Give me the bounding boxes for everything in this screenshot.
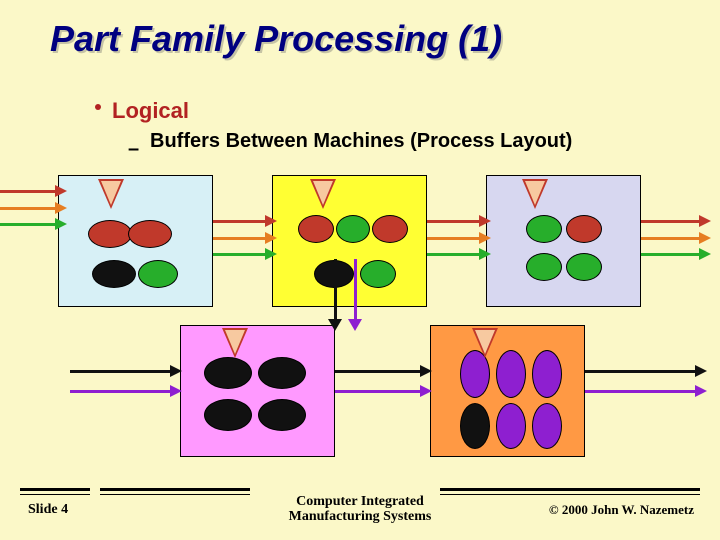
arrow-head-icon bbox=[348, 319, 362, 331]
part-ellipse bbox=[526, 253, 562, 281]
arrow-head-icon bbox=[479, 232, 491, 244]
flow-arrow bbox=[0, 223, 55, 226]
part-ellipse bbox=[532, 350, 562, 398]
divider-icon bbox=[100, 488, 250, 491]
part-ellipse bbox=[360, 260, 396, 288]
flow-arrow bbox=[585, 390, 695, 393]
part-ellipse bbox=[298, 215, 334, 243]
part-ellipse bbox=[566, 253, 602, 281]
divider-icon bbox=[440, 488, 700, 491]
part-ellipse bbox=[532, 403, 562, 449]
bullet-level-1: Logical bbox=[112, 98, 189, 124]
dash-icon: – bbox=[128, 138, 139, 161]
flow-arrow bbox=[641, 253, 699, 256]
arrow-head-icon bbox=[55, 202, 67, 214]
flow-arrow bbox=[213, 237, 265, 240]
arrow-head-icon bbox=[265, 232, 277, 244]
divider-icon bbox=[440, 494, 700, 495]
copyright: © 2000 John W. Nazemetz bbox=[549, 502, 694, 518]
divider-icon bbox=[100, 494, 250, 495]
slide-number: Slide 4 bbox=[28, 502, 68, 518]
arrow-head-icon bbox=[55, 218, 67, 230]
part-ellipse bbox=[258, 357, 306, 389]
footer-center: Computer Integrated Manufacturing System… bbox=[289, 494, 432, 525]
arrow-head-icon bbox=[420, 385, 432, 397]
flow-arrow bbox=[427, 253, 479, 256]
arrow-head-icon bbox=[170, 385, 182, 397]
arrow-head-icon bbox=[479, 248, 491, 260]
buffer-triangle-icon bbox=[310, 179, 336, 209]
slide-title: Part Family Processing (1) bbox=[50, 18, 502, 60]
flow-arrow bbox=[213, 220, 265, 223]
part-ellipse bbox=[128, 220, 172, 248]
machine-box-4 bbox=[180, 325, 335, 457]
part-ellipse bbox=[92, 260, 136, 288]
buffer-triangle-icon bbox=[522, 179, 548, 209]
flow-arrow bbox=[213, 253, 265, 256]
part-ellipse bbox=[460, 403, 490, 449]
arrow-head-icon bbox=[695, 385, 707, 397]
arrow-head-icon bbox=[699, 248, 711, 260]
arrow-head-icon bbox=[479, 215, 491, 227]
part-ellipse bbox=[336, 215, 370, 243]
footer-center-line1: Computer Integrated bbox=[289, 494, 432, 509]
part-ellipse bbox=[496, 350, 526, 398]
part-ellipse bbox=[258, 399, 306, 431]
arrow-head-icon bbox=[699, 215, 711, 227]
part-ellipse bbox=[566, 215, 602, 243]
flow-arrow bbox=[335, 370, 420, 373]
flow-arrow bbox=[335, 390, 420, 393]
divider-icon bbox=[20, 488, 90, 491]
buffer-triangle-icon bbox=[98, 179, 124, 209]
footer: Slide 4 Computer Integrated Manufacturin… bbox=[20, 488, 700, 530]
flow-arrow bbox=[585, 370, 695, 373]
arrow-head-icon bbox=[328, 319, 342, 331]
flow-arrow bbox=[70, 390, 170, 393]
arrow-head-icon bbox=[265, 248, 277, 260]
flow-arrow bbox=[354, 259, 357, 319]
footer-center-line2: Manufacturing Systems bbox=[289, 509, 432, 524]
part-ellipse bbox=[372, 215, 408, 243]
buffer-triangle-icon bbox=[222, 328, 248, 358]
arrow-head-icon bbox=[265, 215, 277, 227]
arrow-head-icon bbox=[695, 365, 707, 377]
arrow-head-icon bbox=[420, 365, 432, 377]
bullet-level-2: Buffers Between Machines (Process Layout… bbox=[150, 130, 572, 153]
divider-icon bbox=[20, 494, 90, 495]
diagram-stage bbox=[0, 165, 720, 485]
arrow-head-icon bbox=[170, 365, 182, 377]
part-ellipse bbox=[526, 215, 562, 243]
flow-arrow bbox=[427, 237, 479, 240]
part-ellipse bbox=[88, 220, 132, 248]
flow-arrow bbox=[0, 207, 55, 210]
flow-arrow bbox=[334, 259, 337, 319]
machine-box-3 bbox=[486, 175, 641, 307]
flow-arrow bbox=[70, 370, 170, 373]
flow-arrow bbox=[427, 220, 479, 223]
part-ellipse bbox=[496, 403, 526, 449]
arrow-head-icon bbox=[55, 185, 67, 197]
part-ellipse bbox=[204, 399, 252, 431]
flow-arrow bbox=[0, 190, 55, 193]
bullet-dot-icon bbox=[95, 104, 101, 110]
flow-arrow bbox=[641, 220, 699, 223]
part-ellipse bbox=[138, 260, 178, 288]
arrow-head-icon bbox=[699, 232, 711, 244]
flow-arrow bbox=[641, 237, 699, 240]
buffer-triangle-icon bbox=[472, 328, 498, 358]
part-ellipse bbox=[204, 357, 252, 389]
